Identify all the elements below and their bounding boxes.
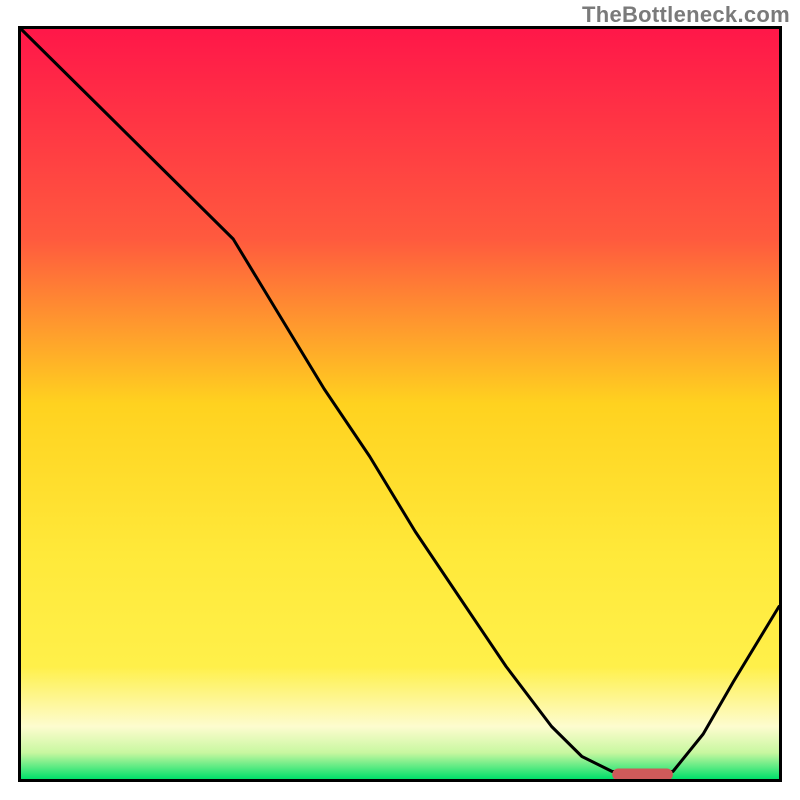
chart-svg (18, 26, 782, 782)
plot-area (18, 26, 782, 782)
optimal-range-marker (612, 769, 673, 781)
watermark-text: TheBottleneck.com (582, 2, 790, 28)
chart-stage: TheBottleneck.com (0, 0, 800, 800)
